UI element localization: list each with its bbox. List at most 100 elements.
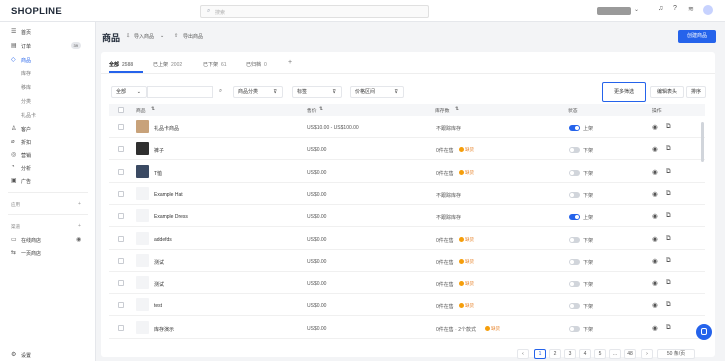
product-name[interactable]: 裤子 bbox=[154, 147, 164, 154]
product-thumbnail[interactable] bbox=[136, 142, 149, 155]
table-row[interactable]: 库存演示 US$0.00 0件在售 · 2个款式 缺货 下架 ◉ ⧉ bbox=[109, 317, 705, 339]
copy-icon[interactable]: ⧉ bbox=[666, 235, 671, 243]
row-checkbox[interactable] bbox=[118, 213, 124, 219]
more-filters-button[interactable]: 更多筛选 bbox=[602, 82, 646, 102]
sidebar-item-customers[interactable]: ♙ 客户 bbox=[0, 123, 96, 134]
view-icon[interactable]: ◉ bbox=[652, 257, 658, 265]
select-all-checkbox[interactable] bbox=[118, 107, 124, 113]
column-header-product[interactable]: 商品 bbox=[136, 107, 146, 114]
sidebar-item-home[interactable]: ☰ 首页 bbox=[0, 26, 96, 37]
tag-filter[interactable]: 标签 ⊽ bbox=[292, 86, 342, 98]
sidebar-sub-categories[interactable]: 分类 bbox=[21, 98, 31, 105]
view-icon[interactable]: ◉ bbox=[652, 123, 658, 131]
product-name[interactable]: 库存演示 bbox=[154, 326, 174, 333]
product-thumbnail[interactable] bbox=[136, 321, 149, 334]
sort-icon[interactable]: ⇅ bbox=[455, 107, 459, 112]
sidebar-section-apps[interactable]: 应用 bbox=[11, 202, 20, 208]
page-button[interactable]: 48 bbox=[624, 349, 636, 359]
product-name[interactable]: Example Hat bbox=[154, 192, 183, 198]
product-name[interactable]: test bbox=[154, 303, 162, 309]
sort-icon[interactable]: ⇅ bbox=[319, 107, 323, 112]
copy-icon[interactable]: ⧉ bbox=[666, 279, 671, 287]
copy-icon[interactable]: ⧉ bbox=[666, 257, 671, 265]
sidebar-item-marketing[interactable]: ◎ 营销 bbox=[0, 149, 96, 160]
export-products-button[interactable]: 导出商品 bbox=[183, 33, 203, 40]
table-row[interactable]: Example Dress US$0.00 不跟踪库存 上架 ◉ ⧉ bbox=[109, 205, 705, 227]
copy-icon[interactable]: ⧉ bbox=[666, 168, 671, 176]
row-checkbox[interactable] bbox=[118, 146, 124, 152]
status-toggle[interactable] bbox=[569, 192, 580, 198]
table-row[interactable]: 测试 US$0.00 0件在售 缺货 下架 ◉ ⧉ bbox=[109, 250, 705, 272]
product-thumbnail[interactable] bbox=[136, 120, 149, 133]
tab-archived[interactable]: 已归档 0 bbox=[246, 61, 267, 68]
table-row[interactable]: addefds US$0.00 0件在售 缺货 下架 ◉ ⧉ bbox=[109, 228, 705, 250]
row-checkbox[interactable] bbox=[118, 169, 124, 175]
store-name-redacted[interactable] bbox=[597, 7, 631, 15]
product-name[interactable]: addefds bbox=[154, 237, 172, 243]
sidebar-section-channels[interactable]: 渠道 bbox=[11, 224, 20, 230]
chevron-down-icon[interactable]: ⌄ bbox=[634, 6, 639, 13]
page-button[interactable]: 2 bbox=[549, 349, 561, 359]
product-name[interactable]: Example Dress bbox=[154, 214, 188, 220]
sidebar-item-discounts[interactable]: ⌀ 折扣 bbox=[0, 136, 96, 147]
help-icon[interactable]: ? bbox=[673, 5, 677, 12]
sidebar-sub-transfer[interactable]: 移库 bbox=[21, 84, 31, 91]
row-checkbox[interactable] bbox=[118, 124, 124, 130]
view-icon[interactable]: ◉ bbox=[652, 324, 658, 332]
copy-icon[interactable]: ⧉ bbox=[666, 212, 671, 220]
table-row[interactable]: 裤子 US$0.00 0件在售 缺货 下架 ◉ ⧉ bbox=[109, 138, 705, 160]
search-scope-select[interactable]: 全部 ⌄ bbox=[111, 86, 147, 98]
tab-unlisted[interactable]: 已下架 61 bbox=[203, 61, 227, 68]
tab-active[interactable]: 已上架 2002 bbox=[153, 61, 182, 68]
column-header-price[interactable]: 售价 bbox=[307, 107, 317, 114]
table-row[interactable]: T恤 US$0.00 0件在售 缺货 下架 ◉ ⧉ bbox=[109, 161, 705, 183]
copy-icon[interactable]: ⧉ bbox=[666, 123, 671, 131]
copy-icon[interactable]: ⧉ bbox=[666, 190, 671, 198]
table-row[interactable]: Example Hat US$0.00 不跟踪库存 下架 ◉ ⧉ bbox=[109, 183, 705, 205]
view-icon[interactable]: ◉ bbox=[652, 301, 658, 309]
chat-support-button[interactable] bbox=[696, 324, 712, 340]
copy-icon[interactable]: ⧉ bbox=[666, 324, 671, 332]
sidebar-item-online-store[interactable]: ▭ 在线商店 ◉ bbox=[0, 234, 96, 245]
shopline-logo[interactable]: SHOPLINE bbox=[11, 6, 62, 17]
sidebar-sub-inventory[interactable]: 库存 bbox=[21, 70, 31, 77]
row-checkbox[interactable] bbox=[118, 302, 124, 308]
sidebar-item-ads[interactable]: ▣ 广告 bbox=[0, 175, 96, 186]
product-thumbnail[interactable] bbox=[136, 165, 149, 178]
view-icon[interactable]: ◉ bbox=[652, 145, 658, 153]
dropdown-chevron-icon[interactable]: ⌄ bbox=[160, 33, 164, 39]
global-search-input[interactable]: ⌕ 搜索 bbox=[200, 5, 429, 18]
product-thumbnail[interactable] bbox=[136, 298, 149, 311]
product-search-input[interactable] bbox=[147, 86, 213, 98]
sidebar-item-one-page-store[interactable]: ⇆ 一页商店 bbox=[0, 247, 96, 258]
export-icon[interactable]: ⇧ bbox=[174, 33, 178, 39]
status-toggle[interactable] bbox=[569, 170, 580, 176]
price-range-filter[interactable]: 价格区间 ⊽ bbox=[350, 86, 404, 98]
status-toggle[interactable] bbox=[569, 125, 580, 131]
table-scrollbar[interactable] bbox=[701, 122, 704, 162]
product-name[interactable]: 测试 bbox=[154, 259, 164, 266]
page-button[interactable]: 3 bbox=[564, 349, 576, 359]
sort-icon[interactable]: ⇅ bbox=[151, 107, 155, 112]
per-page-select[interactable]: 50 条/页 bbox=[657, 349, 695, 359]
sidebar-item-settings[interactable]: ⚙ 设置 bbox=[0, 349, 96, 360]
eye-icon[interactable]: ◉ bbox=[76, 236, 81, 243]
row-checkbox[interactable] bbox=[118, 236, 124, 242]
table-row[interactable]: 测试 US$0.00 0件在售 缺货 下架 ◉ ⧉ bbox=[109, 272, 705, 294]
column-header-stock[interactable]: 库存数 bbox=[435, 107, 449, 114]
product-name[interactable]: 测试 bbox=[154, 281, 164, 288]
page-button[interactable]: … bbox=[609, 349, 621, 359]
edit-columns-button[interactable]: 编辑表头 bbox=[650, 86, 684, 98]
category-filter[interactable]: 商品分类 ⊽ bbox=[233, 86, 283, 98]
notification-bell-icon[interactable]: ♫ bbox=[658, 5, 663, 12]
page-button[interactable]: 1 bbox=[534, 349, 546, 359]
view-icon[interactable]: ◉ bbox=[652, 279, 658, 287]
status-toggle[interactable] bbox=[569, 147, 580, 153]
row-checkbox[interactable] bbox=[118, 325, 124, 331]
create-product-button[interactable]: 创建商品 bbox=[678, 30, 716, 43]
copy-icon[interactable]: ⧉ bbox=[666, 301, 671, 309]
status-toggle[interactable] bbox=[569, 281, 580, 287]
tab-all[interactable]: 全部 2588 bbox=[109, 61, 133, 68]
search-icon[interactable]: ⌕ bbox=[219, 88, 222, 95]
product-thumbnail[interactable] bbox=[136, 232, 149, 245]
